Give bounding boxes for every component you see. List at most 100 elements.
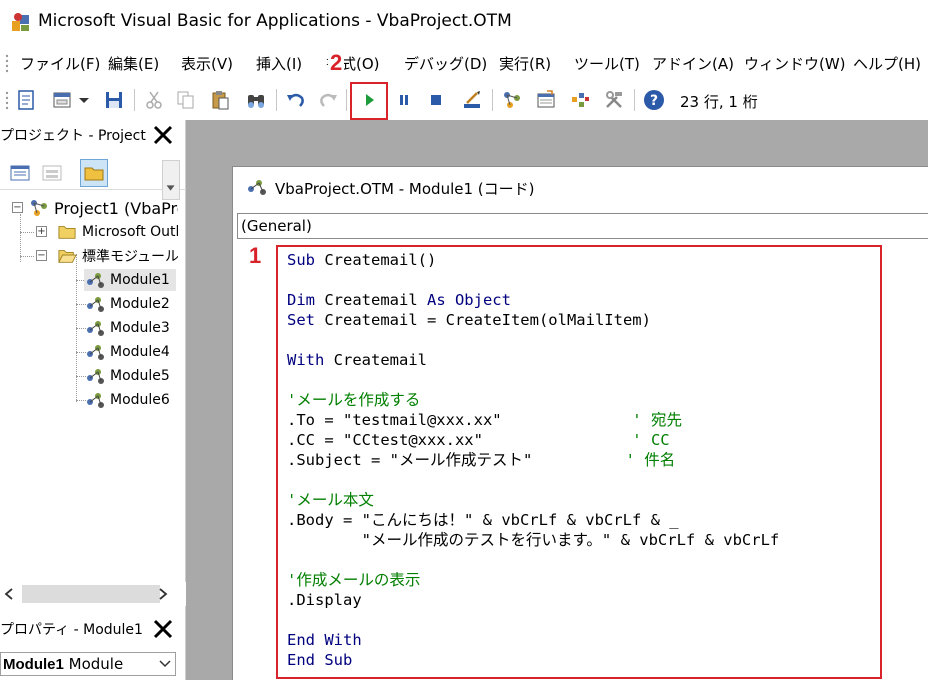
view-object-panel-icon[interactable] [38,159,66,187]
code-token: Createmail [324,291,427,309]
toggle-folders-icon[interactable] [80,159,108,187]
scroll-left-icon[interactable] [2,586,16,602]
standard-toolbar: ? 23 行, 1 桁 [0,82,928,120]
code-line: .CC = "CCtest@xxx.xx" ' CC [287,430,670,450]
module-icon [84,270,106,290]
code-line: End With [287,630,362,650]
folder-icon [56,222,78,242]
properties-panel: プロパティ - Module1 Module1 Module [0,610,186,680]
menu-debug[interactable]: デバッグ(D) [404,53,487,74]
project-explorer-icon[interactable] [500,88,524,112]
insert-dropdown-icon[interactable] [76,88,92,112]
menu-addins[interactable]: アドイン(A) [652,53,734,74]
tree-item-module5[interactable]: Module5 [84,365,170,387]
window-title: Microsoft Visual Basic for Applications … [38,11,512,31]
tree-item-standard-modules[interactable]: 標準モジュール [56,245,178,267]
tree-item-module1[interactable]: Module1 [84,269,176,291]
design-mode-icon[interactable] [460,88,484,112]
scroll-thumb[interactable] [22,585,160,603]
code-line: .Display [287,590,362,610]
code-token: ' 件名 [625,451,676,469]
tree-item-outlook-objects[interactable]: Microsoft Outlook Objects [56,221,178,243]
chevron-down-icon [159,660,171,668]
open-folder-icon [56,246,78,266]
module-icon [84,342,106,362]
paste-icon[interactable] [208,88,232,112]
module-icon [245,177,269,197]
tree-item-module3[interactable]: Module3 [84,317,170,339]
menu-run[interactable]: 実行(R) [499,53,551,74]
code-token: ' 宛先 [632,411,682,429]
tree-item-standard-modules-label: 標準モジュール [82,249,178,265]
module-icon [84,366,106,386]
copy-icon[interactable] [174,88,198,112]
reset-icon[interactable] [424,88,448,112]
menu-help[interactable]: ヘルプ(H) [853,53,921,74]
project-explorer-panel: プロジェクト - Project1 − Project1 (VbaPr + Mi… [0,120,186,610]
tree-item-module4[interactable]: Module4 [84,341,170,363]
tree-item-project1[interactable]: Project1 (VbaProject.OTM) [28,197,178,219]
code-token: Createmail [333,351,427,369]
code-window: VbaProject.OTM - Module1 (コード) (General)… [232,166,928,680]
code-editor[interactable]: 1 Sub Createmail() Dim Createmail As Obje… [233,243,928,680]
code-token: .Subject = "メール作成テスト" [287,451,626,469]
redo-icon[interactable] [316,88,340,112]
break-icon[interactable] [392,88,416,112]
code-token: Dim [287,291,325,309]
object-dropdown[interactable]: (General) [237,213,928,239]
menu-window[interactable]: ウィンドウ(W) [744,53,846,74]
find-icon[interactable] [244,88,268,112]
menu-insert[interactable]: 挿入(I) [256,53,302,74]
properties-panel-title: プロパティ - Module1 [0,622,143,638]
collapse-project-icon[interactable]: − [12,202,23,213]
menu-bar: ファイル(F) 編集(E) 表示(V) 挿入(I) 書式(O) デバッグ(D) … [0,44,928,82]
properties-object-type: Module [68,655,124,673]
tree-item-module5-label: Module5 [110,368,170,384]
undo-icon[interactable] [284,88,308,112]
menu-edit[interactable]: 編集(E) [108,53,159,74]
code-token: .To = "testmail@xxx.xx" [287,411,633,429]
code-line: Set Createmail = CreateItem(olMailItem) [287,310,651,330]
tree-item-module6-label: Module6 [110,392,170,408]
save-icon[interactable] [102,88,126,112]
menu-tools[interactable]: ツール(T) [574,53,640,74]
svg-text:?: ? [650,93,658,109]
properties-window-icon[interactable] [534,88,558,112]
vba-app-icon [10,11,32,33]
insert-userform-icon[interactable] [50,88,74,112]
title-bar: Microsoft Visual Basic for Applications … [0,0,928,44]
collapse-standard-modules-icon[interactable]: − [36,250,47,261]
code-line: .Body = "こんにちは！" & vbCrLf & vbCrLf & _ [287,510,679,530]
code-token: End Sub [287,651,353,669]
tree-item-module6[interactable]: Module6 [84,389,170,411]
code-token: Createmail() [324,251,437,269]
scroll-right-icon[interactable] [156,586,170,602]
object-browser-icon[interactable] [568,88,592,112]
step-1-marker: 1 [249,243,262,268]
properties-object-select[interactable]: Module1 Module [0,652,176,676]
project-panel-title: プロジェクト - Project1 [0,128,146,144]
toolbox-icon[interactable] [602,88,626,112]
code-line: "メール作成のテストを行います。" & vbCrLf & vbCrLf [287,530,780,550]
code-window-titlebar: VbaProject.OTM - Module1 (コード) [233,167,928,207]
tree-item-module2[interactable]: Module2 [84,293,170,315]
project-panel-close-icon[interactable] [148,120,178,150]
view-code-icon[interactable] [6,159,34,187]
module-icon [84,318,106,338]
project-tree-hscrollbar[interactable] [0,582,186,606]
help-icon[interactable]: ? [642,88,666,112]
code-token: "メール作成のテストを行います。" & vbCrLf & vbCrLf [287,531,780,549]
properties-panel-close-icon[interactable] [148,614,178,644]
cut-icon[interactable] [142,88,166,112]
expand-outlook-objects-icon[interactable]: + [36,226,47,237]
cursor-position-indicator: 23 行, 1 桁 [680,93,758,111]
code-token: .Display [287,591,362,609]
menu-view[interactable]: 表示(V) [181,53,233,74]
view-object-icon[interactable] [14,88,38,112]
code-token: .CC = "CCtest@xxx.xx" [287,431,633,449]
tree-item-module3-label: Module3 [110,320,170,336]
code-line: .Subject = "メール作成テスト" ' 件名 [287,450,675,470]
project-panel-scroll-right[interactable] [162,160,180,200]
project-tree: − Project1 (VbaProject.OTM) + Microsoft … [0,196,178,576]
menu-file[interactable]: ファイル(F) [20,53,100,74]
